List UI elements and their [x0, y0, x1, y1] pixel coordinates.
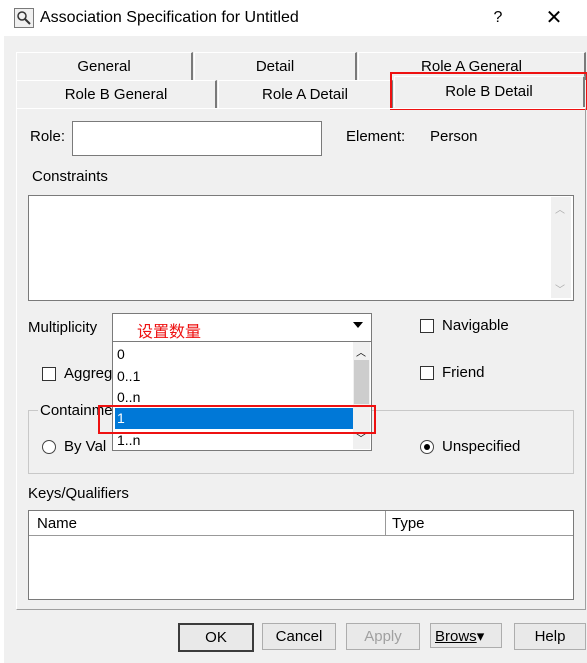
tab-role-a-detail[interactable]: Role A Detail	[218, 80, 393, 108]
scroll-thumb[interactable]	[354, 360, 369, 404]
browse-button[interactable]: Brows▾	[430, 623, 502, 648]
constraints-textarea[interactable]	[28, 195, 574, 301]
aggregate-label: Aggreg	[64, 365, 113, 382]
element-label: Element:	[346, 128, 406, 145]
unspecified-radio[interactable]	[420, 440, 434, 454]
browse-label: Brows	[435, 628, 477, 645]
tab-highlight-box	[390, 72, 587, 110]
title-bar: Association Specification for Untitled ?…	[0, 0, 587, 36]
constraints-label: Constraints	[32, 168, 108, 185]
scroll-up-icon[interactable]: ︿	[555, 201, 565, 216]
scroll-up-icon[interactable]: ︿	[356, 344, 366, 359]
help-button[interactable]: Help	[514, 623, 586, 650]
constraints-scrollbar[interactable]: ︿ ﹀	[551, 197, 571, 298]
tab-role-b-general[interactable]: Role B General	[16, 80, 217, 108]
cancel-button[interactable]: Cancel	[262, 623, 336, 650]
dropdown-arrow-icon[interactable]	[353, 322, 363, 328]
by-value-radio[interactable]	[42, 440, 56, 454]
friend-checkbox[interactable]	[420, 366, 434, 380]
tab-detail[interactable]: Detail	[194, 52, 357, 80]
selection-highlight-box	[98, 405, 376, 434]
multiplicity-value: 设置数量	[137, 324, 202, 341]
ok-button[interactable]: OK	[178, 623, 254, 652]
apply-button[interactable]: Apply	[346, 623, 420, 650]
friend-label: Friend	[442, 364, 485, 381]
tab-general[interactable]: General	[16, 52, 193, 80]
scroll-down-icon[interactable]: ﹀	[555, 281, 565, 296]
dropdown-option[interactable]: 0..1	[115, 366, 353, 387]
aggregate-checkbox[interactable]	[42, 367, 56, 381]
unspecified-label: Unspecified	[442, 438, 521, 455]
column-header-type[interactable]: Type	[386, 511, 573, 536]
navigable-label: Navigable	[442, 317, 509, 334]
dropdown-option[interactable]: 0	[115, 344, 353, 365]
keys-table[interactable]: Name Type	[28, 510, 574, 600]
window-title: Association Specification for Untitled	[40, 9, 299, 26]
element-value: Person	[430, 128, 478, 145]
by-value-label: By Val	[64, 438, 107, 455]
column-header-name[interactable]: Name	[29, 511, 386, 536]
app-icon	[14, 8, 34, 28]
role-input[interactable]	[72, 121, 322, 156]
multiplicity-combobox[interactable]: 设置数量	[112, 313, 372, 342]
dropdown-arrow-icon: ▾	[476, 628, 485, 645]
multiplicity-dropdown-list[interactable]: 0 0..1 0..n 1 1..n ︿ ﹀	[112, 341, 372, 451]
keys-label: Keys/Qualifiers	[28, 485, 129, 502]
help-icon[interactable]: ?	[486, 6, 510, 30]
close-icon[interactable]: ✕	[540, 6, 568, 30]
multiplicity-label: Multiplicity	[28, 319, 98, 336]
navigable-checkbox[interactable]	[420, 319, 434, 333]
role-label: Role:	[30, 128, 66, 145]
